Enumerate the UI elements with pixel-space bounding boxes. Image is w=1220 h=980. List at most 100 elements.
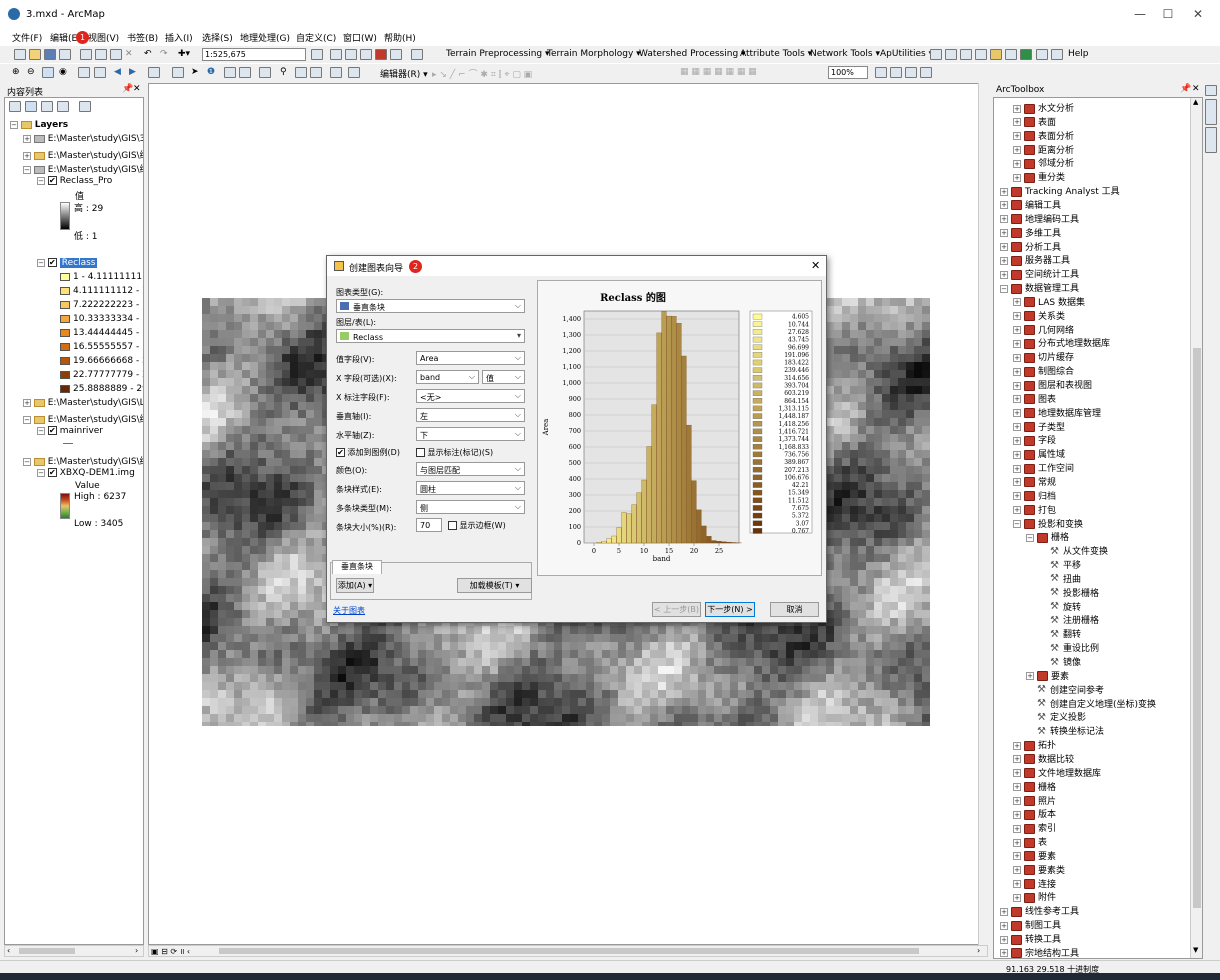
layers-node[interactable]: − Layers [10,120,68,130]
expand-icon[interactable]: + [1000,935,1008,944]
toolbox-13[interactable]: − 数据管理工具 [1000,281,1079,294]
pencil-icon[interactable] [1051,49,1063,60]
expand-icon[interactable]: + [1013,367,1021,376]
toc-layer-path-5[interactable]: − E:\Master\study\GIS\绪 [23,412,143,425]
toolbox-9[interactable]: + 多维工具 [1000,226,1061,239]
create-viewer-icon[interactable] [348,67,360,78]
x-field-select[interactable]: band ⌵ [416,370,479,384]
toolbox-41[interactable]: + 要素 [1026,669,1069,682]
toolbox-50[interactable]: + 照片 [1013,794,1056,807]
toolbox-29[interactable]: + 打包 [1013,503,1056,516]
toolbox-0[interactable]: + 水文分析 [1013,101,1074,114]
model-builder-icon[interactable] [411,49,423,60]
toc-layer-path-3[interactable]: − E:\Master\study\GIS\绪 [23,162,143,175]
visibility-checkbox[interactable]: ✔ [47,176,57,185]
toolbox-26[interactable]: + 工作空间 [1013,461,1074,474]
cut-icon[interactable] [80,49,92,60]
find-icon[interactable]: ⚲ [280,67,287,77]
toolbox-2[interactable]: + 表面分析 [1013,129,1074,142]
toolbox-21[interactable]: + 图表 [1013,392,1056,405]
hyperlink-icon[interactable] [224,67,236,78]
hydro-tool-3-icon[interactable] [960,49,972,60]
back-button[interactable]: < 上一步(B) [652,602,701,617]
minimize-button[interactable]: — [1130,7,1150,21]
attribute-tools-menu[interactable]: Attribute Tools ▾ [740,49,812,59]
toc-mainriver[interactable]: − ✔ mainriver [37,426,103,436]
toolbox-8[interactable]: + 地理编码工具 [1000,212,1079,225]
toolbox-49[interactable]: + 栅格 [1013,780,1056,793]
next-button[interactable]: 下一步(N) > [705,602,755,617]
show-labels-checkbox[interactable]: 显示标注(标记)(S) [416,447,493,458]
menu-file[interactable]: 文件(F) [12,31,42,44]
toolbox-31[interactable]: − 栅格 [1026,530,1069,543]
arctoolbox-close-icon[interactable]: ✕ [1192,84,1200,94]
expand-icon[interactable]: + [1000,201,1008,210]
toolbox-6[interactable]: + Tracking Analyst 工具 [1000,184,1120,197]
time-slider-icon[interactable] [330,67,342,78]
toolbox-19[interactable]: + 制图综合 [1013,364,1074,377]
expand-icon[interactable]: + [1013,118,1021,127]
expand-icon[interactable]: + [1013,436,1021,445]
network-tools-menu[interactable]: Network Tools ▾ [810,49,880,59]
dialog-close-icon[interactable]: ✕ [811,259,820,272]
catalog-icon[interactable] [345,49,357,60]
select-features-icon[interactable] [148,67,160,78]
expand-icon[interactable]: + [1013,326,1021,335]
scroll-thumb[interactable] [1193,348,1201,908]
toc-options-icon[interactable] [79,101,91,112]
expand-icon[interactable]: + [1013,741,1021,750]
catalog-dock-icon[interactable] [1205,85,1217,96]
expand-icon[interactable]: + [1013,838,1021,847]
menu-help[interactable]: 帮助(H) [384,31,416,44]
expand-icon[interactable]: + [1013,852,1021,861]
hydro-tool-1-icon[interactable] [930,49,942,60]
menu-bookmarks[interactable]: 书签(B) [127,31,158,44]
collapse-icon[interactable]: − [1026,533,1034,542]
expand-icon[interactable]: + [1013,146,1021,155]
expand-icon[interactable]: + [1013,478,1021,487]
toolbox-47[interactable]: + 数据比较 [1013,752,1074,765]
open-icon[interactable] [29,49,41,60]
table-of-contents-icon[interactable] [330,49,342,60]
toc-layer-path-1[interactable]: + E:\Master\study\GIS\3.c [23,134,143,144]
menu-selection[interactable]: 选择(S) [202,31,233,44]
load-template-button[interactable]: 加载模板(T) ▾ [457,578,532,593]
tool-37[interactable]: ⚒ 注册栅格 [1039,613,1099,626]
tool-42[interactable]: ⚒ 创建空间参考 [1026,683,1104,696]
toolbox-15[interactable]: + 关系类 [1013,309,1065,322]
tool-35[interactable]: ⚒ 投影栅格 [1039,586,1099,599]
bar-size-spinner[interactable]: 70 [416,518,442,532]
flag-icon[interactable] [1036,49,1048,60]
bar-style-select[interactable]: 圆柱 ⌵ [416,481,525,495]
toolbox-28[interactable]: + 归档 [1013,489,1056,502]
toolbox-25[interactable]: + 属性域 [1013,447,1065,460]
toolbox-22[interactable]: + 地理数据库管理 [1013,406,1101,419]
clear-selection-icon[interactable] [172,67,184,78]
layer-select[interactable]: Reclass ▾ [336,329,525,343]
cancel-button[interactable]: 取消 [770,602,819,617]
toolbox-20[interactable]: + 图层和表视图 [1013,378,1092,391]
help-menu[interactable]: Help [1068,49,1089,59]
expand-icon[interactable]: + [1000,270,1008,279]
data-view-button[interactable]: ▣ ⊟ ⟳ ॥ ‹ [151,946,190,957]
toolbox-56[interactable]: + 连接 [1013,877,1056,890]
visibility-checkbox[interactable]: ✔ [47,468,57,477]
tool-45[interactable]: ⚒ 转换坐标记法 [1026,724,1104,737]
toolbox-58[interactable]: + 线性参考工具 [1000,904,1079,917]
scroll-thumb[interactable] [19,948,75,954]
undo-icon[interactable]: ↶ [144,49,152,59]
toolbox-27[interactable]: + 常规 [1013,475,1056,488]
layout-tool-3-icon[interactable] [905,67,917,78]
toolbox-18[interactable]: + 切片缓存 [1013,350,1074,363]
measure-icon[interactable] [259,67,271,78]
redo-icon[interactable]: ↷ [160,49,168,59]
expand-icon[interactable]: + [1013,423,1021,432]
collapse-icon[interactable]: − [23,457,31,466]
expand-icon[interactable]: + [1013,159,1021,168]
expand-icon[interactable]: + [1013,755,1021,764]
menu-window[interactable]: 窗口(W) [343,31,377,44]
collapse-icon[interactable]: − [37,426,45,435]
python-icon[interactable] [390,49,402,60]
collapse-icon[interactable]: − [37,468,45,477]
maximize-button[interactable]: ☐ [1158,7,1178,21]
